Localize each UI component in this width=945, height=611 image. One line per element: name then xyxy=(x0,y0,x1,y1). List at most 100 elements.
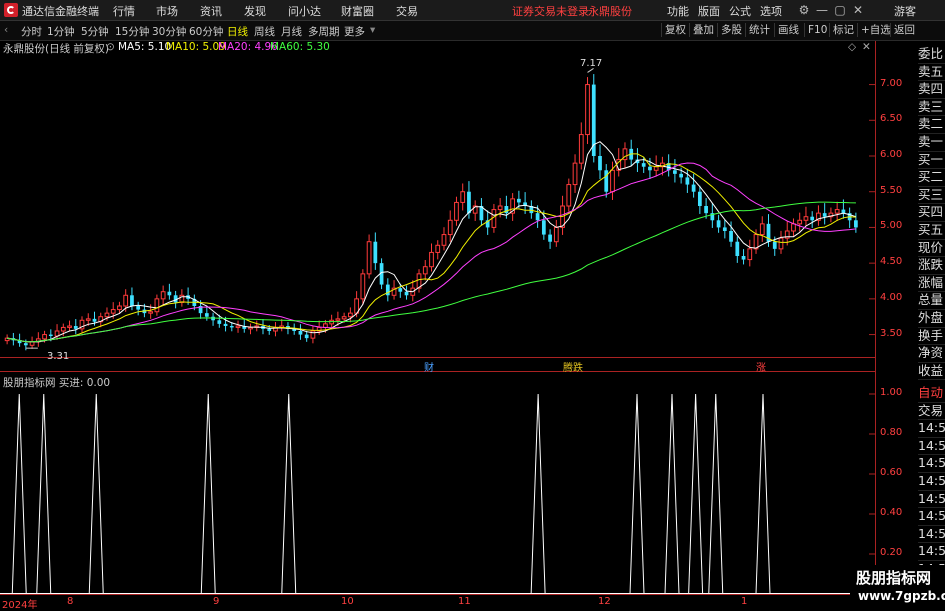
main-ytick-label: 5.50 xyxy=(880,184,903,196)
indicator-separator xyxy=(0,371,875,372)
y-axis-line xyxy=(875,41,876,596)
menu-xuanxiang[interactable]: 选项 xyxy=(760,3,782,19)
menu-zixun[interactable]: 资讯 xyxy=(200,3,222,19)
period-monthly[interactable]: 月线 xyxy=(281,24,302,39)
quote-row-10: 买五 xyxy=(918,222,945,240)
tool-f10[interactable]: F10 xyxy=(804,23,830,37)
candle-body xyxy=(73,326,78,329)
candle-body xyxy=(373,241,378,264)
candle-body xyxy=(167,291,172,296)
buy-signal-spike xyxy=(530,393,546,594)
x-label-nov: 11 xyxy=(458,596,471,607)
candle-body xyxy=(67,325,72,328)
trade-row-2: 14:56 xyxy=(918,420,945,438)
login-notice[interactable]: 证券交易未登录 xyxy=(512,3,589,19)
candle-body xyxy=(429,251,434,268)
main-ytick-label: 4.50 xyxy=(880,256,903,268)
maximize-icon[interactable]: ▢ xyxy=(832,2,848,18)
candle-body xyxy=(578,134,584,164)
candle-body xyxy=(154,298,160,313)
watermark-title: 股朋指标网 xyxy=(856,569,932,587)
candle-body xyxy=(467,191,471,214)
candle-body xyxy=(497,205,503,211)
candle-body xyxy=(641,163,646,167)
period-5min[interactable]: 5分钟 xyxy=(81,24,109,39)
event-tengdie[interactable]: 腾跌 xyxy=(563,359,583,374)
candle-body xyxy=(541,220,546,235)
menu-jiaoyi[interactable]: 交易 xyxy=(396,3,418,19)
tool-fuquan[interactable]: 复权 xyxy=(661,23,689,37)
tool-add-watchlist[interactable]: +自选 xyxy=(857,23,894,37)
candle-body xyxy=(653,166,659,171)
period-weekly[interactable]: 周线 xyxy=(254,24,275,39)
chevron-down-icon[interactable]: ▾ xyxy=(370,24,375,36)
tool-back[interactable]: 返回 xyxy=(890,23,918,37)
gear-icon[interactable]: ⚙ xyxy=(796,2,812,18)
candle-body xyxy=(267,328,272,331)
candle-body xyxy=(759,223,765,236)
tool-diejia[interactable]: 叠加 xyxy=(689,23,717,37)
period-30min[interactable]: 30分钟 xyxy=(152,24,186,39)
candle-body xyxy=(585,84,590,136)
menu-wenxiaoda[interactable]: 问小达 xyxy=(288,3,321,19)
buy-signal-spike xyxy=(708,393,724,594)
period-more[interactable]: 更多 xyxy=(344,24,365,39)
chart-stock-name[interactable]: 永鼎股份(日线 前复权) xyxy=(3,41,109,56)
candle-body xyxy=(136,306,141,310)
candle-body xyxy=(85,318,91,321)
menu-shichang[interactable]: 市场 xyxy=(156,3,178,19)
event-zhang[interactable]: 涨 xyxy=(756,359,766,374)
candle-body xyxy=(504,206,509,214)
tool-tongji[interactable]: 统计 xyxy=(745,23,773,37)
main-ytick-label: 7.00 xyxy=(880,77,903,89)
candle-body xyxy=(217,320,222,324)
period-60min[interactable]: 60分钟 xyxy=(189,24,223,39)
quote-row-13: 涨幅 xyxy=(918,275,945,293)
quote-row-5: 卖一 xyxy=(918,134,945,152)
period-1min[interactable]: 1分钟 xyxy=(47,24,75,39)
close-icon[interactable]: ✕ xyxy=(850,2,866,18)
menu-gongshi[interactable]: 公式 xyxy=(729,3,751,19)
ma5-line xyxy=(7,141,857,343)
menu-caifuquan[interactable]: 财富圈 xyxy=(341,3,374,19)
candle-body xyxy=(566,184,572,207)
candle-body xyxy=(704,206,708,214)
buy-signal-spike xyxy=(688,393,704,594)
candle-body xyxy=(797,219,803,225)
period-multi[interactable]: 多周期 xyxy=(308,24,340,39)
period-15min[interactable]: 15分钟 xyxy=(115,24,149,39)
period-daily[interactable]: 日线 xyxy=(227,24,248,39)
expand-icon[interactable]: ◇ xyxy=(848,41,856,53)
candle-body xyxy=(747,248,753,261)
buy-signal-spike xyxy=(11,393,27,594)
period-fenshi[interactable]: 分时 xyxy=(21,24,42,39)
candle-body xyxy=(854,220,858,228)
candle-body xyxy=(229,326,234,328)
minimize-icon[interactable]: — xyxy=(814,2,830,18)
settings-dot-icon[interactable]: ⊙ xyxy=(106,41,115,53)
close-panel-icon[interactable]: ✕ xyxy=(862,41,871,53)
menu-banmian[interactable]: 版面 xyxy=(698,3,720,19)
buy-signal-spike xyxy=(200,393,216,594)
indicator-chart[interactable] xyxy=(0,374,875,594)
candle-body xyxy=(441,234,447,246)
candle-body xyxy=(517,198,521,203)
candle-body xyxy=(304,334,309,339)
guest-label[interactable]: 游客 xyxy=(894,3,916,19)
menu-gongneng[interactable]: 功能 xyxy=(667,3,689,19)
event-cai[interactable]: 财 xyxy=(424,359,434,374)
tool-duogu[interactable]: 多股 xyxy=(717,23,745,37)
toolbar-left-arrow-icon[interactable]: ‹ xyxy=(4,24,8,36)
candle-body xyxy=(223,323,228,326)
menu-faxian[interactable]: 发现 xyxy=(244,3,266,19)
tool-huaxian[interactable]: 画线 xyxy=(774,23,802,37)
menu-hangqing[interactable]: 行情 xyxy=(113,3,135,19)
candle-body xyxy=(834,209,840,214)
candle-body xyxy=(60,326,66,332)
tool-biaoji[interactable]: 标记 xyxy=(829,23,857,37)
candlestick-chart[interactable] xyxy=(0,56,875,356)
ma5-label: MA5: 5.10 xyxy=(118,41,172,53)
low-price-label: 3.31 xyxy=(47,351,70,362)
quote-row-2: 卖四 xyxy=(918,81,945,99)
candle-body xyxy=(398,288,403,292)
